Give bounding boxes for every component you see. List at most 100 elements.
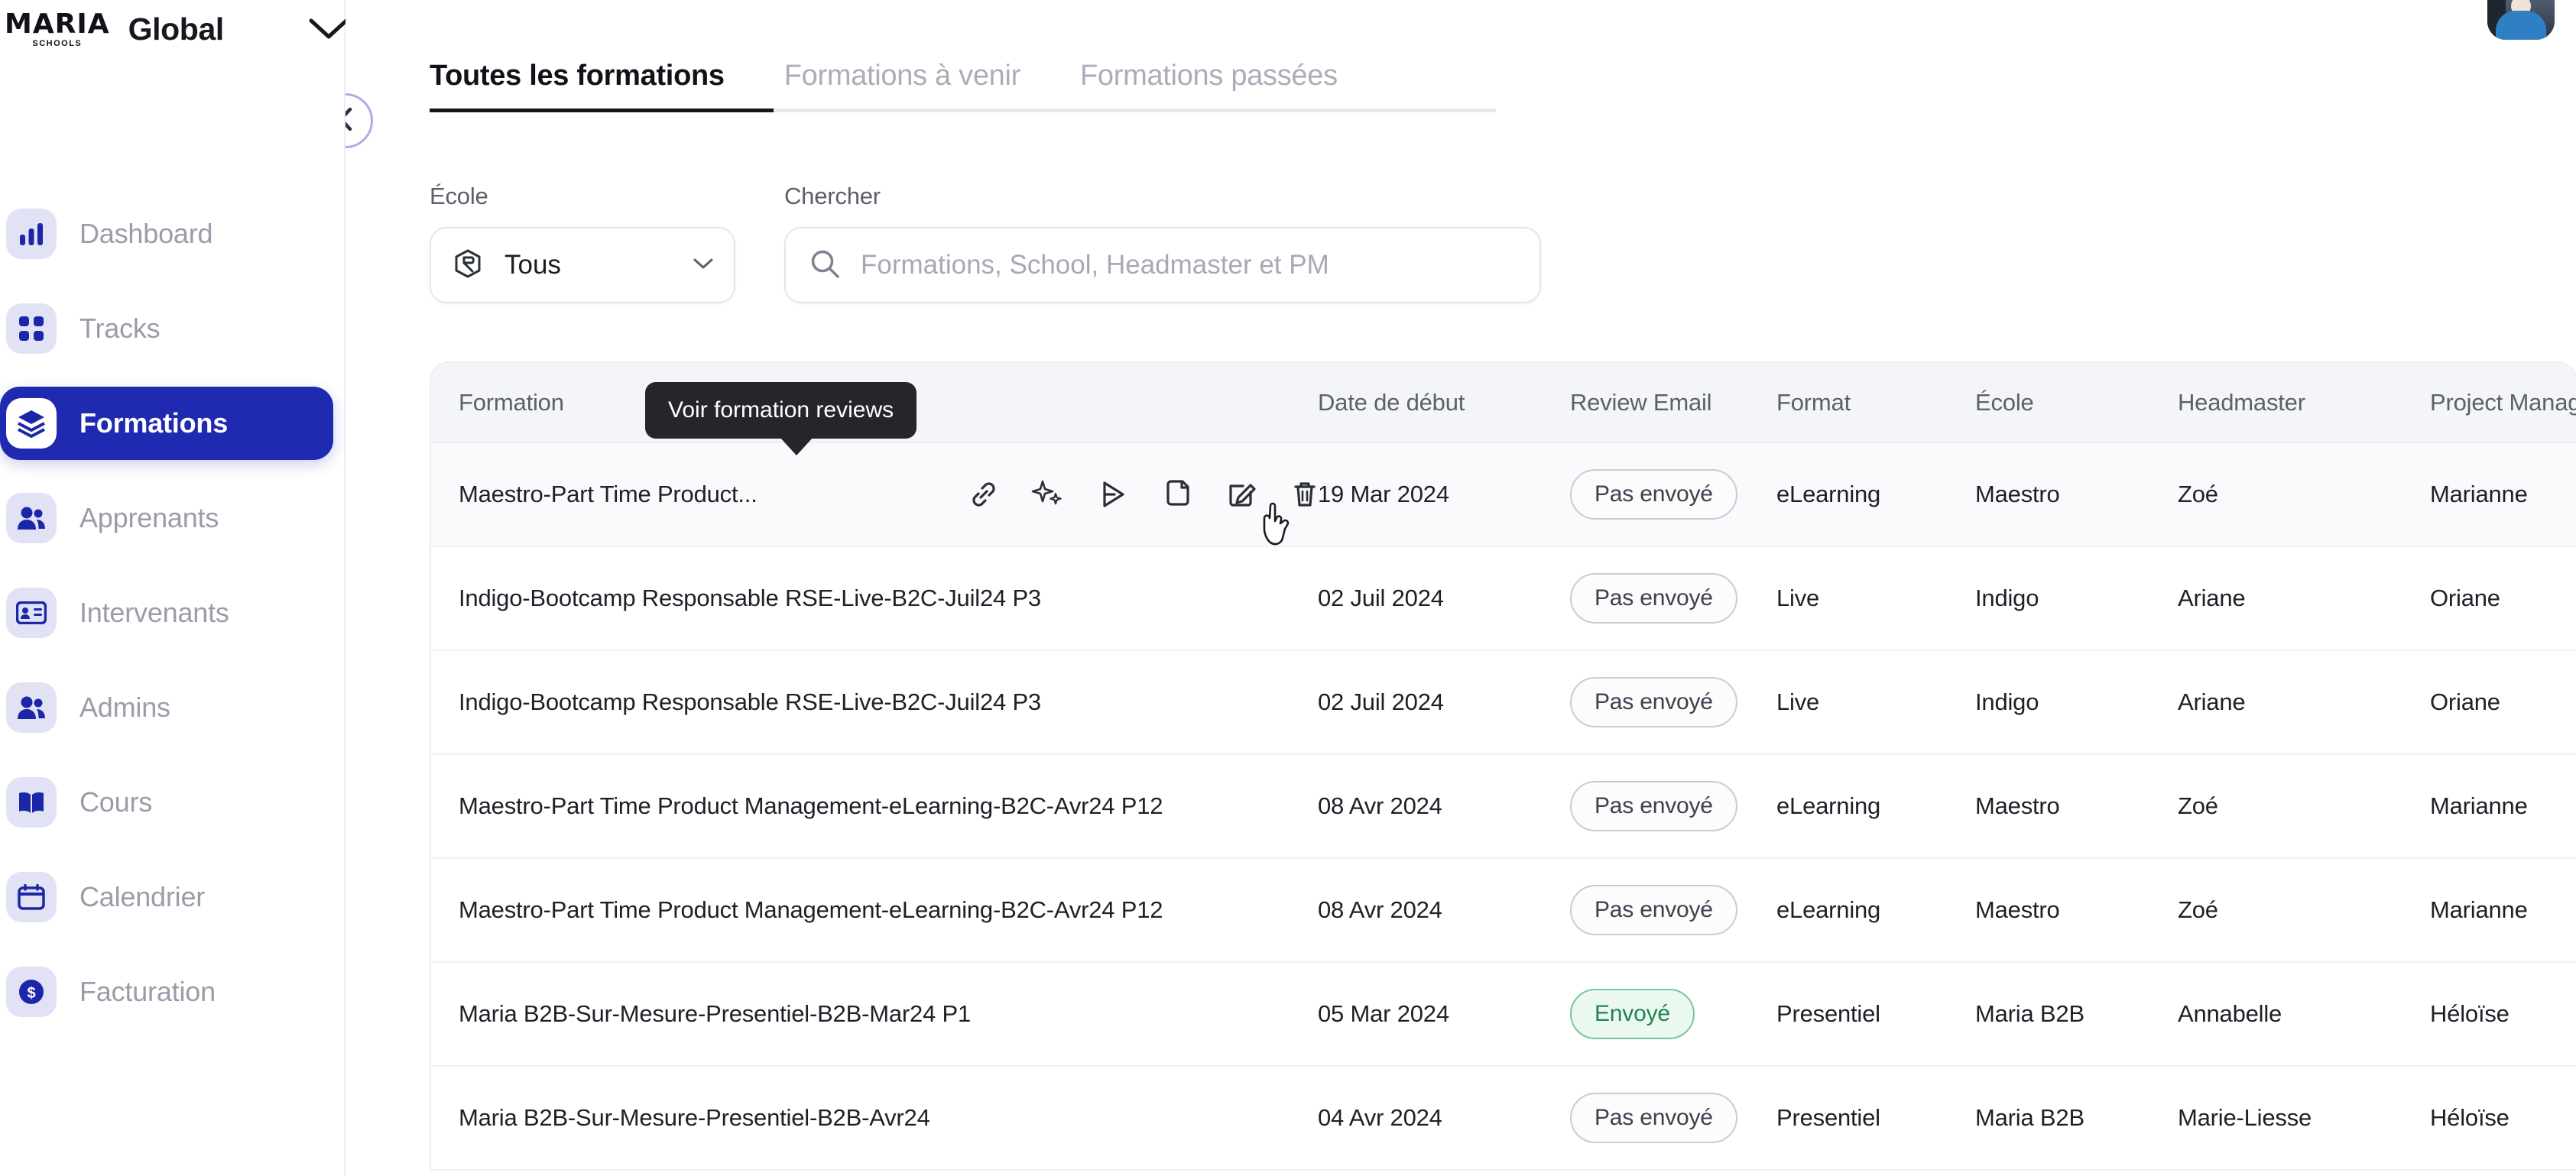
sidebar: MARIA SCHOOLS Global Dashboard Tracks Fo… [0, 0, 349, 1176]
sidebar-item-calendrier[interactable]: Calendrier [0, 860, 333, 934]
tab-formations-a-venir[interactable]: Formations à venir [784, 60, 1021, 112]
table-row[interactable]: Indigo-Bootcamp Responsable RSE-Live-B2C… [431, 546, 2576, 650]
cell-ecole: Maestro [1975, 753, 2178, 858]
cell-ecole: Maestro [1975, 857, 2178, 962]
cell-project-manager: Marianne [2430, 753, 2576, 858]
column-header-actions [966, 363, 1318, 442]
sidebar-item-label: Facturation [79, 976, 216, 1007]
edit-pencil-icon[interactable] [1223, 477, 1258, 512]
send-icon[interactable] [1095, 477, 1130, 512]
sparkles-icon[interactable] [1030, 477, 1066, 512]
avatar[interactable] [2487, 0, 2555, 40]
cell-formation: Maria B2B-Sur-Mesure-Presentiel-B2B-Mar2… [431, 961, 1318, 1066]
cell-format: Live [1776, 546, 1975, 650]
sidebar-item-label: Dashboard [79, 218, 213, 249]
sidebar-item-label: Intervenants [79, 597, 229, 628]
cell-headmaster: Zoé [2178, 442, 2430, 546]
search-box[interactable] [784, 227, 1541, 303]
column-header-format[interactable]: Format [1776, 363, 1975, 442]
sidebar-item-formations[interactable]: Formations [0, 387, 333, 460]
school-badge-icon [451, 247, 485, 284]
search-input[interactable] [861, 250, 1517, 280]
cell-ecole: Maria B2B [1975, 1065, 2178, 1169]
cell-headmaster: Ariane [2178, 650, 2430, 754]
cell-formation: Indigo-Bootcamp Responsable RSE-Live-B2C… [431, 650, 1318, 754]
users-icon [6, 682, 57, 733]
filters-row: École Tous Chercher [430, 183, 2576, 303]
main-content: Toutes les formations Formations à venir… [346, 0, 2576, 1176]
cell-review-email: Pas envoyé [1570, 753, 1776, 858]
column-header-ecole[interactable]: École [1975, 363, 2178, 442]
cell-project-manager: Héloïse [2430, 961, 2576, 1066]
app-root: MARIA SCHOOLS Global Dashboard Tracks Fo… [0, 0, 2576, 1176]
status-badge: Pas envoyé [1570, 781, 1737, 831]
formations-tabs: Toutes les formations Formations à venir… [430, 60, 1500, 112]
cell-format: eLearning [1776, 442, 1975, 546]
copy-icon[interactable] [1159, 477, 1194, 512]
cell-headmaster: Ariane [2178, 546, 2430, 650]
table-row[interactable]: Maestro-Part Time Product... 19 Mar 2024… [431, 442, 2576, 546]
school-filter-label: École [430, 183, 488, 209]
cell-formation: Maria B2B-Sur-Mesure-Presentiel-B2B-Avr2… [431, 1065, 1318, 1169]
status-badge: Pas envoyé [1570, 573, 1737, 624]
table-row[interactable]: Indigo-Bootcamp Responsable RSE-Live-B2C… [431, 650, 2576, 754]
column-header-date-de-debut[interactable]: Date de début [1318, 363, 1570, 442]
cell-ecole: Maria B2B [1975, 961, 2178, 1066]
status-badge: Pas envoyé [1570, 1093, 1737, 1143]
column-header-review-email[interactable]: Review Email [1570, 363, 1776, 442]
tab-toutes-les-formations[interactable]: Toutes les formations [430, 60, 725, 112]
layers-icon [6, 398, 57, 449]
dollar-coin-icon: $ [6, 967, 57, 1017]
cell-review-email: Pas envoyé [1570, 442, 1776, 546]
status-badge: Envoyé [1570, 989, 1695, 1039]
cell-format: Live [1776, 650, 1975, 754]
cell-review-email: Pas envoyé [1570, 650, 1776, 754]
table-row[interactable]: Maestro-Part Time Product Management-eLe… [431, 753, 2576, 858]
sidebar-item-intervenants[interactable]: Intervenants [0, 576, 333, 650]
chevron-down-icon[interactable] [308, 8, 349, 50]
sidebar-item-cours[interactable]: Cours [0, 766, 333, 839]
tab-formations-passees[interactable]: Formations passées [1080, 60, 1338, 112]
sidebar-item-label: Formations [79, 407, 229, 439]
cell-ecole: Maestro [1975, 442, 2178, 546]
sidebar-item-label: Apprenants [79, 502, 219, 533]
cell-date: 02 Juil 2024 [1318, 650, 1570, 754]
search-filter: Chercher [784, 183, 1541, 303]
mouse-cursor-pointer [1260, 498, 1304, 550]
sidebar-item-label: Admins [79, 692, 170, 723]
maria-schools-logo: MARIA SCHOOLS [5, 10, 110, 48]
status-badge: Pas envoyé [1570, 885, 1737, 935]
tabs-underline [430, 109, 1496, 112]
table-row[interactable]: Maria B2B-Sur-Mesure-Presentiel-B2B-Mar2… [431, 961, 2576, 1066]
cell-headmaster: Zoé [2178, 857, 2430, 962]
sidebar-item-apprenants[interactable]: Apprenants [0, 481, 333, 555]
cell-date: 05 Mar 2024 [1318, 961, 1570, 1066]
table-body: Maestro-Part Time Product... 19 Mar 2024… [431, 442, 2576, 1169]
search-filter-label: Chercher [784, 183, 881, 209]
school-select-value: Tous [504, 250, 561, 280]
status-badge: Pas envoyé [1570, 469, 1737, 520]
cell-review-email: Pas envoyé [1570, 857, 1776, 962]
column-header-headmaster[interactable]: Headmaster [2178, 363, 2430, 442]
sidebar-item-admins[interactable]: Admins [0, 671, 333, 744]
users-icon [6, 493, 57, 543]
table-row[interactable]: Maria B2B-Sur-Mesure-Presentiel-B2B-Avr2… [431, 1065, 2576, 1169]
school-select[interactable]: Tous [430, 227, 735, 303]
link-icon[interactable] [966, 477, 1001, 512]
workspace-switcher[interactable]: MARIA SCHOOLS Global [0, 0, 349, 58]
tooltip-voir-formation-reviews: Voir formation reviews [645, 382, 917, 455]
cell-date: 19 Mar 2024 [1318, 442, 1570, 546]
sidebar-item-facturation[interactable]: $ Facturation [0, 955, 333, 1029]
cell-format: eLearning [1776, 857, 1975, 962]
cell-date: 08 Avr 2024 [1318, 857, 1570, 962]
sidebar-item-dashboard[interactable]: Dashboard [0, 197, 333, 271]
cell-ecole: Indigo [1975, 650, 2178, 754]
cell-review-email: Pas envoyé [1570, 1065, 1776, 1169]
cell-headmaster: Zoé [2178, 753, 2430, 858]
cell-format: Presentiel [1776, 961, 1975, 1066]
sidebar-item-tracks[interactable]: Tracks [0, 292, 333, 365]
table-row[interactable]: Maestro-Part Time Product Management-eLe… [431, 857, 2576, 962]
status-badge: Pas envoyé [1570, 677, 1737, 727]
cell-formation: Maestro-Part Time Product... [431, 442, 966, 546]
column-header-project-manager[interactable]: Project Manager [2430, 363, 2576, 442]
